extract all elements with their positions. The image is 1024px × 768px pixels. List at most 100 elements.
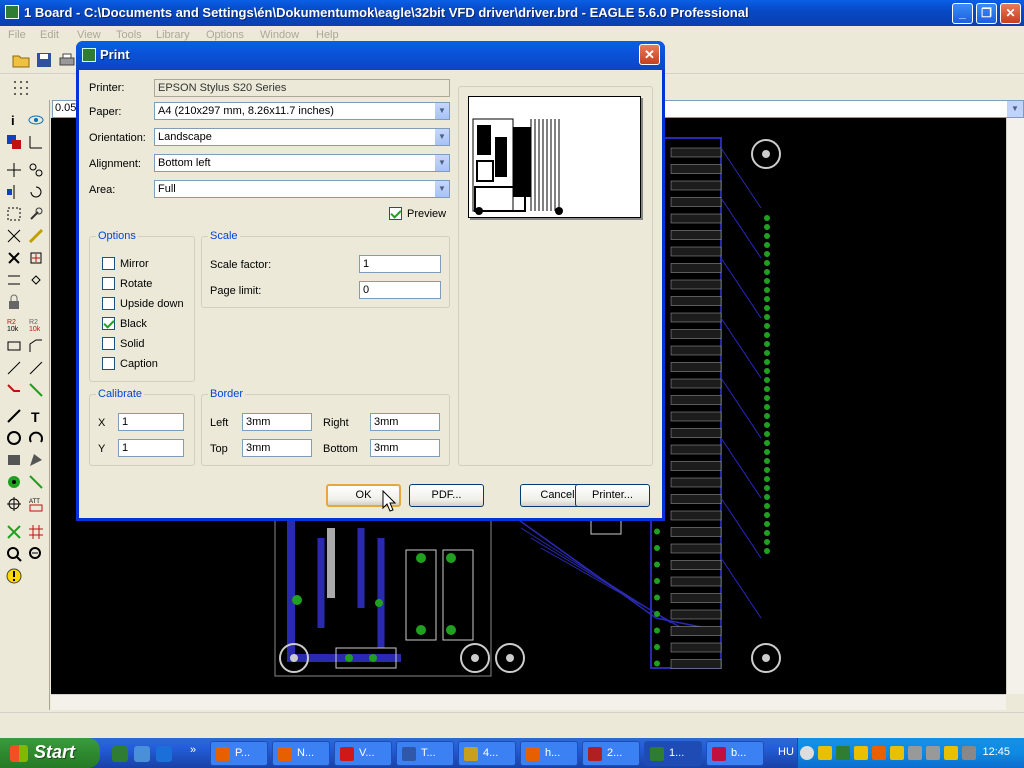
drc-icon[interactable] [28, 546, 44, 562]
tray-app-icon[interactable] [890, 746, 904, 760]
auto-icon[interactable] [28, 524, 44, 540]
coordinate-dropdown-icon[interactable]: ▼ [1007, 101, 1023, 117]
taskbar-button[interactable]: T... [396, 741, 454, 766]
taskbar-button[interactable]: 1... [644, 741, 702, 766]
taskbar-button[interactable]: V... [334, 741, 392, 766]
orientation-select[interactable]: Landscape ▼ [154, 128, 450, 146]
menu-tools[interactable]: Tools [116, 29, 142, 41]
taskbar-button[interactable]: h... [520, 741, 578, 766]
border-right-input[interactable]: 3mm [370, 413, 440, 431]
page-limit-input[interactable]: 0 [359, 281, 441, 299]
display-layers-icon[interactable] [6, 134, 22, 150]
erc-icon[interactable] [6, 546, 22, 562]
preview-checkbox[interactable] [389, 207, 402, 220]
move-icon[interactable] [6, 162, 22, 178]
add-icon[interactable] [28, 250, 44, 266]
mirror-checkbox[interactable] [102, 257, 115, 270]
menu-file[interactable]: File [8, 29, 26, 41]
paste-icon[interactable] [28, 228, 44, 244]
printer-button[interactable]: Printer... [575, 484, 650, 507]
wire-icon[interactable] [6, 408, 22, 424]
show-eye-icon[interactable] [28, 112, 44, 128]
name-icon[interactable]: R210k [6, 316, 22, 332]
tray-app-icon[interactable] [836, 746, 850, 760]
vertical-scrollbar[interactable] [1006, 118, 1024, 694]
lock-icon[interactable] [6, 294, 22, 310]
quicklaunch-desktop-icon[interactable] [134, 746, 150, 762]
solid-checkbox[interactable] [102, 337, 115, 350]
quicklaunch-eagle-icon[interactable] [112, 746, 128, 762]
menu-options[interactable]: Options [206, 29, 244, 41]
minimize-button[interactable]: _ [952, 3, 973, 24]
tray-network-icon[interactable] [908, 746, 922, 760]
print-icon[interactable] [58, 51, 76, 69]
area-select[interactable]: Full ▼ [154, 180, 450, 198]
close-button[interactable]: ✕ [1000, 3, 1021, 24]
upside-down-checkbox[interactable] [102, 297, 115, 310]
rotate-checkbox[interactable] [102, 277, 115, 290]
info-icon[interactable]: i [6, 112, 22, 128]
calibrate-x-input[interactable]: 1 [118, 413, 184, 431]
chevron-down-icon[interactable]: ▼ [434, 181, 449, 197]
rotate-icon[interactable] [28, 184, 44, 200]
circle-icon[interactable] [6, 430, 22, 446]
attribute-icon[interactable]: ATT [28, 496, 44, 512]
cut-icon[interactable] [6, 228, 22, 244]
border-top-input[interactable]: 3mm [242, 439, 312, 457]
menu-window[interactable]: Window [260, 29, 299, 41]
taskbar-button[interactable]: P... [210, 741, 268, 766]
language-indicator[interactable]: HU [778, 746, 794, 758]
mark-icon[interactable] [28, 134, 44, 150]
alignment-select[interactable]: Bottom left ▼ [154, 154, 450, 172]
replace-icon[interactable] [28, 272, 44, 288]
delete-icon[interactable] [6, 250, 22, 266]
quicklaunch-ie-icon[interactable] [156, 746, 172, 762]
text-icon[interactable]: T [28, 408, 44, 424]
smash-icon[interactable] [6, 338, 22, 354]
tray-app-icon[interactable] [944, 746, 958, 760]
pdf-button[interactable]: PDF... [409, 484, 484, 507]
arc-icon[interactable] [28, 430, 44, 446]
tray-expand-icon[interactable] [800, 746, 814, 760]
border-left-input[interactable]: 3mm [242, 413, 312, 431]
tray-network-icon[interactable] [926, 746, 940, 760]
tray-volume-icon[interactable] [962, 746, 976, 760]
grid-icon[interactable] [12, 79, 30, 97]
ripup-icon[interactable] [28, 382, 44, 398]
horizontal-scrollbar[interactable] [51, 694, 1006, 710]
restore-button[interactable]: ❐ [976, 3, 997, 24]
border-bottom-input[interactable]: 3mm [370, 439, 440, 457]
errors-icon[interactable] [6, 568, 22, 584]
ratsnest-icon[interactable] [6, 524, 22, 540]
mirror-icon[interactable] [6, 184, 22, 200]
route-icon[interactable] [6, 382, 22, 398]
chevron-down-icon[interactable]: ▼ [434, 103, 449, 119]
via-icon[interactable] [6, 474, 22, 490]
quicklaunch-more-icon[interactable]: » [190, 744, 196, 756]
chevron-down-icon[interactable]: ▼ [434, 129, 449, 145]
split-icon[interactable] [6, 360, 22, 376]
signal-icon[interactable] [28, 474, 44, 490]
hole-icon[interactable] [6, 496, 22, 512]
tray-app-icon[interactable] [818, 746, 832, 760]
optimize-icon[interactable] [28, 360, 44, 376]
pinswap-icon[interactable] [6, 272, 22, 288]
group-icon[interactable] [6, 206, 22, 222]
value-icon[interactable]: R210k [28, 316, 44, 332]
menu-library[interactable]: Library [156, 29, 190, 41]
black-checkbox[interactable] [102, 317, 115, 330]
chevron-down-icon[interactable]: ▼ [434, 155, 449, 171]
tray-app-icon[interactable] [872, 746, 886, 760]
copy-icon[interactable] [28, 162, 44, 178]
menu-edit[interactable]: Edit [40, 29, 59, 41]
save-icon[interactable] [35, 51, 53, 69]
paper-select[interactable]: A4 (210x297 mm, 8.26x11.7 inches) ▼ [154, 102, 450, 120]
menu-help[interactable]: Help [316, 29, 339, 41]
open-folder-icon[interactable] [12, 51, 30, 69]
taskbar-button[interactable]: 4... [458, 741, 516, 766]
taskbar-button[interactable]: 2... [582, 741, 640, 766]
rect-icon[interactable] [6, 452, 22, 468]
change-wrench-icon[interactable] [28, 206, 44, 222]
caption-checkbox[interactable] [102, 357, 115, 370]
polygon-icon[interactable] [28, 452, 44, 468]
